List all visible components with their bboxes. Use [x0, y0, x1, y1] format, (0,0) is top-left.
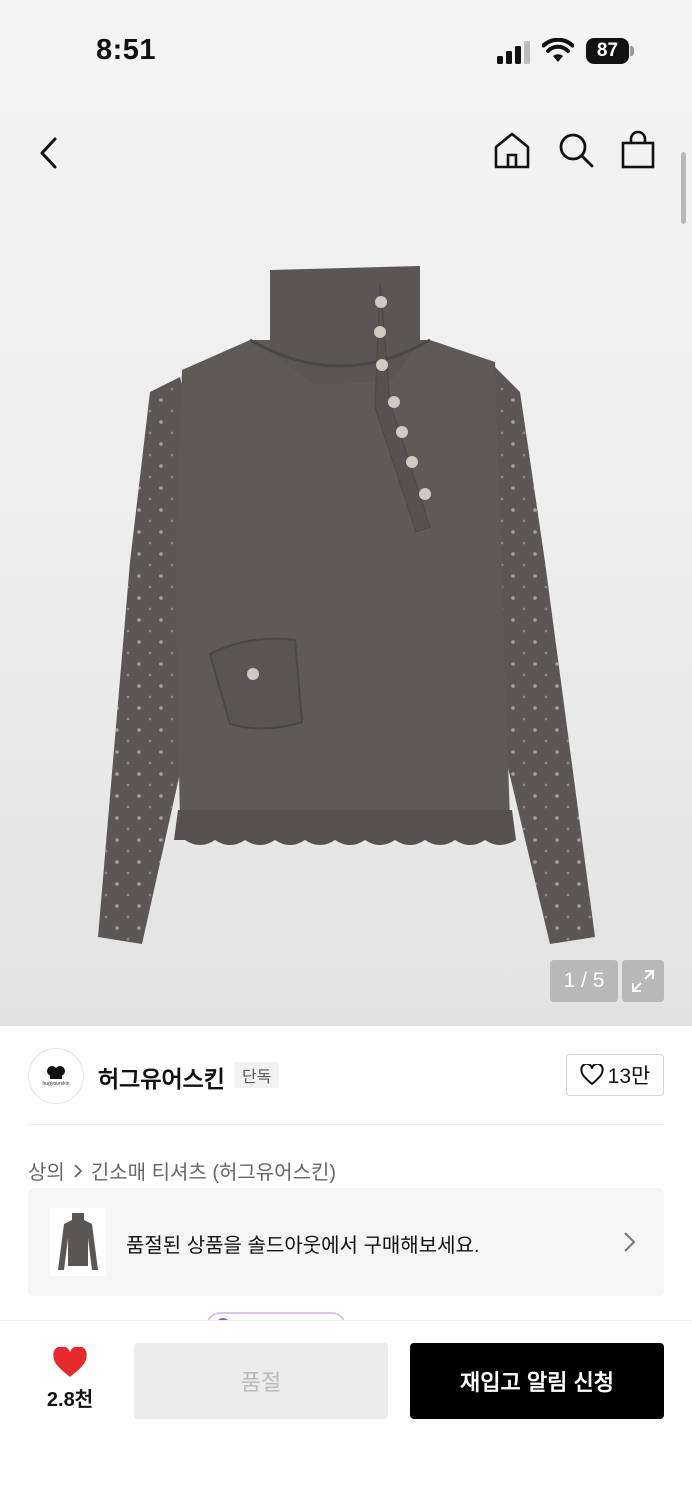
brand-logo-text: hugyourskin [42, 1081, 70, 1087]
exclusive-badge: 단독 [234, 1062, 280, 1088]
sold-out-button[interactable]: 품절 [134, 1343, 388, 1419]
chevron-left-icon [40, 137, 57, 169]
expand-icon [632, 970, 654, 992]
cart-button[interactable] [614, 126, 662, 174]
restock-alert-button[interactable]: 재입고 알림 신청 [410, 1343, 664, 1419]
image-pager: 1 / 5 [550, 960, 618, 1002]
brand-like-count: 13만 [607, 1065, 651, 1088]
product-detail-page: 8:51 87 1 / 5 hugyourskin 허그유어스킨 단독 13만 … [0, 0, 692, 1500]
breadcrumb-item-subcategory[interactable]: 긴소매 티셔츠 (허그유어스킨) [91, 1156, 336, 1185]
banner-text: 품절된 상품을 솔드아웃에서 구매해보세요. [126, 1235, 480, 1257]
heart-filled-icon [53, 1347, 87, 1377]
cellular-signal-icon [497, 41, 530, 64]
search-button[interactable] [552, 126, 600, 174]
brand-name[interactable]: 허그유어스킨 [98, 1060, 225, 1094]
wifi-icon [542, 38, 574, 62]
battery-level: 87 [586, 38, 629, 64]
breadcrumb-item-category[interactable]: 상의 [28, 1156, 65, 1185]
scrollbar[interactable] [681, 152, 686, 224]
banner-product-thumbnail [50, 1208, 106, 1276]
chevron-right-icon [74, 1163, 83, 1178]
breadcrumb: 상의 긴소매 티셔츠 (허그유어스킨) [28, 1156, 336, 1185]
bottom-action-bar: 2.8천 품절 재입고 알림 신청 [0, 1320, 692, 1500]
top-navigation [0, 110, 692, 190]
shopping-bag-icon [621, 130, 655, 169]
back-button[interactable] [24, 128, 74, 178]
chevron-right-icon [624, 1232, 636, 1252]
product-image[interactable] [90, 262, 600, 952]
wishlist-count: 2.8천 [46, 1389, 94, 1411]
search-icon [559, 133, 594, 168]
expand-image-button[interactable] [622, 960, 664, 1002]
wishlist-button[interactable]: 2.8천 [30, 1347, 110, 1417]
brand-like-button[interactable]: 13만 [566, 1054, 664, 1096]
heart-outline-icon [580, 1064, 604, 1085]
home-icon [494, 132, 530, 169]
battery-indicator: 87 [586, 38, 634, 64]
status-time: 8:51 [96, 34, 157, 66]
brand-row: hugyourskin 허그유어스킨 단독 13만 [0, 1026, 692, 1126]
soldout-marketplace-banner[interactable]: 품절된 상품을 솔드아웃에서 구매해보세요. [28, 1188, 664, 1296]
brand-logo[interactable]: hugyourskin [28, 1048, 84, 1104]
brand-logo-mark-icon [47, 1066, 65, 1079]
status-bar: 8:51 87 [0, 0, 692, 100]
divider [28, 1124, 664, 1125]
home-button[interactable] [488, 126, 536, 174]
